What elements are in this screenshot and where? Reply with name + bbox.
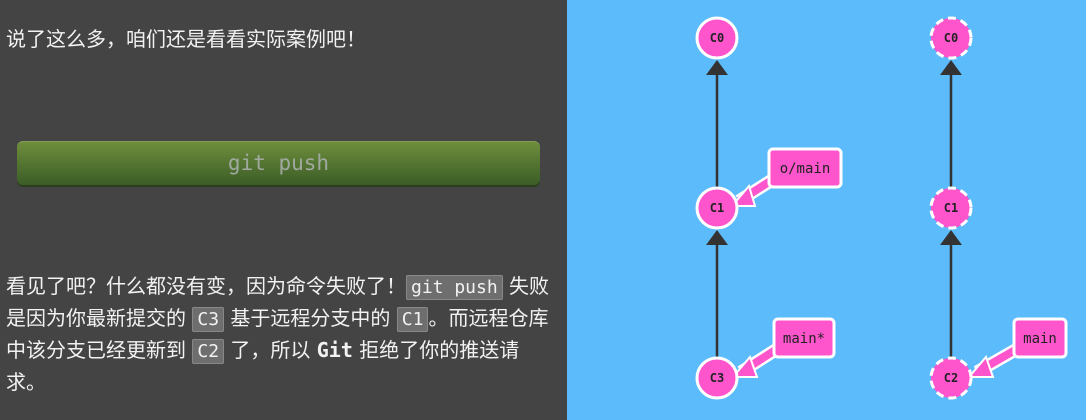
branch-main-star-label: main* <box>783 331 825 347</box>
remote-commit-c2[interactable]: C2 <box>929 356 973 400</box>
branch-main-star[interactable]: main* <box>772 317 836 359</box>
remote-branch-main[interactable]: main <box>1012 317 1068 359</box>
commit-c3[interactable]: C3 <box>695 356 739 400</box>
explanation-text: 看见了吧？什么都没有变，因为命令失败了！ git push 失败是因为你最新提交的… <box>6 271 558 398</box>
command-button-label: git push <box>227 151 330 175</box>
remote-branch-main-label: main <box>1023 331 1057 347</box>
commit-c1-label: C1 <box>710 201 724 215</box>
code-c3: C3 <box>192 307 225 332</box>
explanation-part-1: 看见了吧？什么都没有变，因为命令失败了！ <box>6 274 406 298</box>
remote-commit-c0[interactable]: C0 <box>929 16 973 60</box>
edge-c1-c0-arrow <box>706 60 728 75</box>
commit-graph: C0 C1 C3 C0 C1 C2 o/main main* main <box>695 16 1068 400</box>
remote-commit-c1-label: C1 <box>944 201 958 215</box>
explanation-part-5: 了，所以 <box>224 338 317 362</box>
explanation-part-3: 基于远程分支中的 <box>224 306 397 330</box>
code-git-push: git push <box>406 275 503 300</box>
edge-c3-c1-arrow <box>706 230 728 245</box>
commit-c1[interactable]: C1 <box>695 186 739 230</box>
remote-commit-c0-label: C0 <box>944 31 958 45</box>
remote-edge-c2-c1-arrow <box>940 230 962 245</box>
remote-edge-c1-c0-arrow <box>940 60 962 75</box>
git-push-command-button[interactable]: git push <box>17 141 540 185</box>
branch-o-main[interactable]: o/main <box>767 147 843 189</box>
commit-c0-label: C0 <box>710 31 724 45</box>
commit-c0[interactable]: C0 <box>695 16 739 60</box>
code-c1: C1 <box>396 307 429 332</box>
git-word: Git <box>316 338 353 362</box>
git-visualization: C0 C1 C3 C0 C1 C2 o/main main* main <box>567 0 1086 420</box>
remote-commit-c2-label: C2 <box>944 371 958 385</box>
code-c2: C2 <box>192 339 225 364</box>
remote-commit-c1[interactable]: C1 <box>929 186 973 230</box>
intro-text: 说了这么多，咱们还是看看实际案例吧！ <box>6 27 366 51</box>
branch-o-main-label: o/main <box>780 161 831 177</box>
instruction-panel: 说了这么多，咱们还是看看实际案例吧！ git push 看见了吧？什么都没有变，… <box>0 0 567 420</box>
commit-c3-label: C3 <box>710 371 724 385</box>
